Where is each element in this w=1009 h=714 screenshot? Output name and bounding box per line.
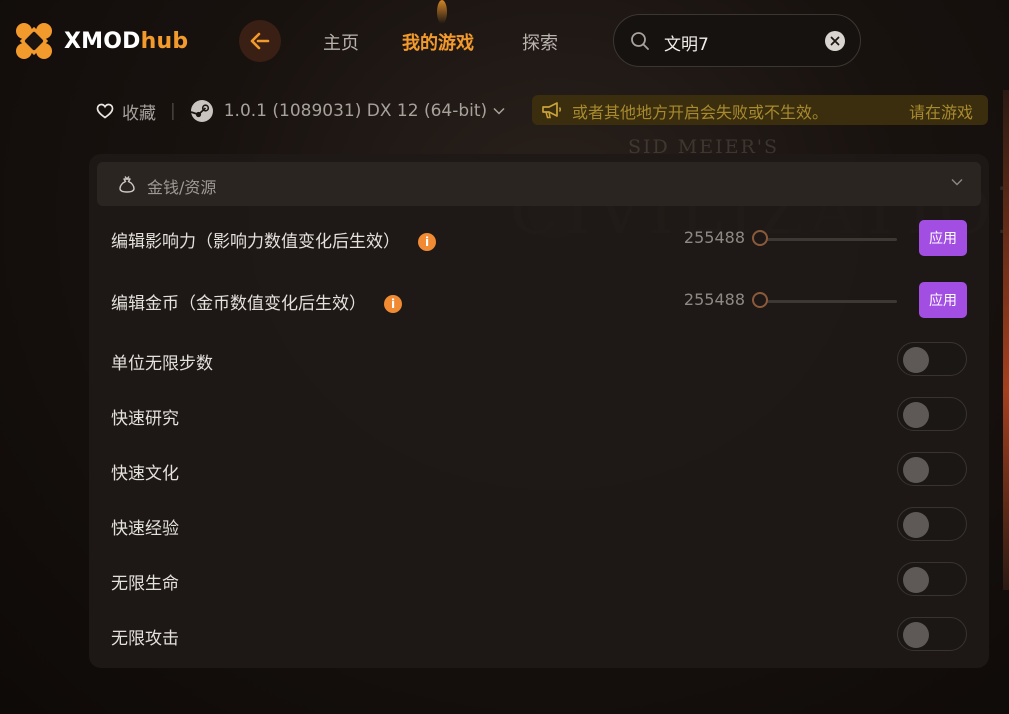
slider-thumb[interactable] bbox=[752, 292, 768, 308]
option-row-edit-gold: 编辑金币（金币数值变化后生效） i 255488 应用 bbox=[111, 280, 967, 320]
option-label: 单位无限步数 bbox=[111, 354, 213, 374]
steam-icon bbox=[190, 100, 213, 122]
option-row-fast-experience: 快速经验 bbox=[111, 505, 967, 545]
option-row-fast-research: 快速研究 bbox=[111, 395, 967, 435]
toggle-knob bbox=[903, 457, 929, 483]
slider-track[interactable] bbox=[759, 300, 897, 303]
info-icon[interactable]: i bbox=[384, 295, 402, 313]
search-clear-button[interactable] bbox=[825, 31, 845, 51]
version-select[interactable]: 1.0.1 (1089031) DX 12 (64-bit) bbox=[224, 101, 487, 121]
logo-text-hub: hub bbox=[140, 28, 189, 54]
apply-button[interactable]: 应用 bbox=[919, 220, 967, 256]
logo-text-xmod: XMOD bbox=[64, 28, 141, 54]
favorite-label[interactable]: 收藏 bbox=[122, 99, 156, 124]
slider-value[interactable]: 255488 bbox=[684, 290, 745, 309]
option-label: 快速经验 bbox=[111, 519, 179, 539]
notice-banner: 或者其他地方开启会失败或不生效。 请在游戏 bbox=[532, 95, 988, 125]
nav-explore[interactable]: 探索 bbox=[522, 29, 558, 55]
info-icon[interactable]: i bbox=[418, 233, 436, 251]
toggle-knob bbox=[903, 512, 929, 538]
option-label: 无限生命 bbox=[111, 574, 179, 594]
chevron-down-icon[interactable] bbox=[951, 178, 963, 186]
option-label: 无限攻击 bbox=[111, 629, 179, 649]
heart-icon[interactable] bbox=[96, 103, 114, 119]
slider-track[interactable] bbox=[759, 238, 897, 241]
slider-value[interactable]: 255488 bbox=[684, 228, 745, 247]
close-icon bbox=[830, 36, 840, 46]
cheat-options-panel: 金钱/资源 编辑影响力（影响力数值变化后生效） i 255488 应用 编辑金币（… bbox=[89, 154, 989, 668]
slider-thumb[interactable] bbox=[752, 230, 768, 246]
toggle-switch[interactable] bbox=[897, 562, 967, 596]
decorative-flame bbox=[437, 0, 447, 24]
toggle-switch[interactable] bbox=[897, 507, 967, 541]
apply-button[interactable]: 应用 bbox=[919, 282, 967, 318]
option-row-edit-influence: 编辑影响力（影响力数值变化后生效） i 255488 应用 bbox=[111, 218, 967, 258]
toggle-knob bbox=[903, 622, 929, 648]
xmod-logo-icon bbox=[16, 23, 52, 59]
notice-text-continued: 请在游戏 bbox=[909, 103, 974, 122]
divider: | bbox=[170, 101, 176, 121]
side-panel-edge bbox=[1003, 90, 1009, 590]
game-info-row: 收藏 | 1.0.1 (1089031) DX 12 (64-bit) bbox=[96, 98, 505, 124]
section-title: 金钱/资源 bbox=[147, 178, 217, 197]
toggle-knob bbox=[903, 402, 929, 428]
toggle-switch[interactable] bbox=[897, 617, 967, 651]
option-row-fast-culture: 快速文化 bbox=[111, 450, 967, 490]
back-arrow-icon bbox=[250, 32, 270, 50]
toggle-switch[interactable] bbox=[897, 452, 967, 486]
section-header-money[interactable]: 金钱/资源 bbox=[97, 162, 981, 206]
option-row-unlimited-moves: 单位无限步数 bbox=[111, 340, 967, 380]
back-button[interactable] bbox=[239, 20, 281, 62]
search-input[interactable]: 文明7 bbox=[664, 30, 709, 55]
option-label: 编辑影响力（影响力数值变化后生效） i bbox=[111, 227, 436, 252]
toggle-switch[interactable] bbox=[897, 397, 967, 431]
brand-logo[interactable]: XMODhub bbox=[14, 21, 188, 61]
money-bag-icon bbox=[119, 176, 135, 193]
toggle-knob bbox=[903, 567, 929, 593]
option-label: 快速研究 bbox=[111, 409, 179, 429]
logo-text: XMODhub bbox=[64, 29, 188, 54]
option-label-text: 编辑金币（金币数值变化后生效） bbox=[111, 294, 366, 314]
option-label: 编辑金币（金币数值变化后生效） i bbox=[111, 289, 402, 314]
search-box[interactable]: 文明7 bbox=[613, 14, 861, 67]
option-row-unlimited-attack: 无限攻击 bbox=[111, 615, 967, 655]
notice-text: 或者其他地方开启会失败或不生效。 bbox=[572, 103, 829, 122]
nav-my-games[interactable]: 我的游戏 bbox=[402, 29, 474, 55]
toggle-knob bbox=[903, 347, 929, 373]
option-label-text: 编辑影响力（影响力数值变化后生效） bbox=[111, 232, 400, 252]
option-row-unlimited-health: 无限生命 bbox=[111, 560, 967, 600]
megaphone-icon bbox=[542, 102, 561, 119]
search-icon bbox=[631, 32, 649, 50]
app-window: SID MEIER'S CIVILIZATION XMODhub 主页 我的游戏… bbox=[0, 0, 1009, 714]
chevron-down-icon[interactable] bbox=[493, 107, 505, 115]
toggle-switch[interactable] bbox=[897, 342, 967, 376]
nav-home[interactable]: 主页 bbox=[323, 29, 359, 55]
option-label: 快速文化 bbox=[111, 464, 179, 484]
